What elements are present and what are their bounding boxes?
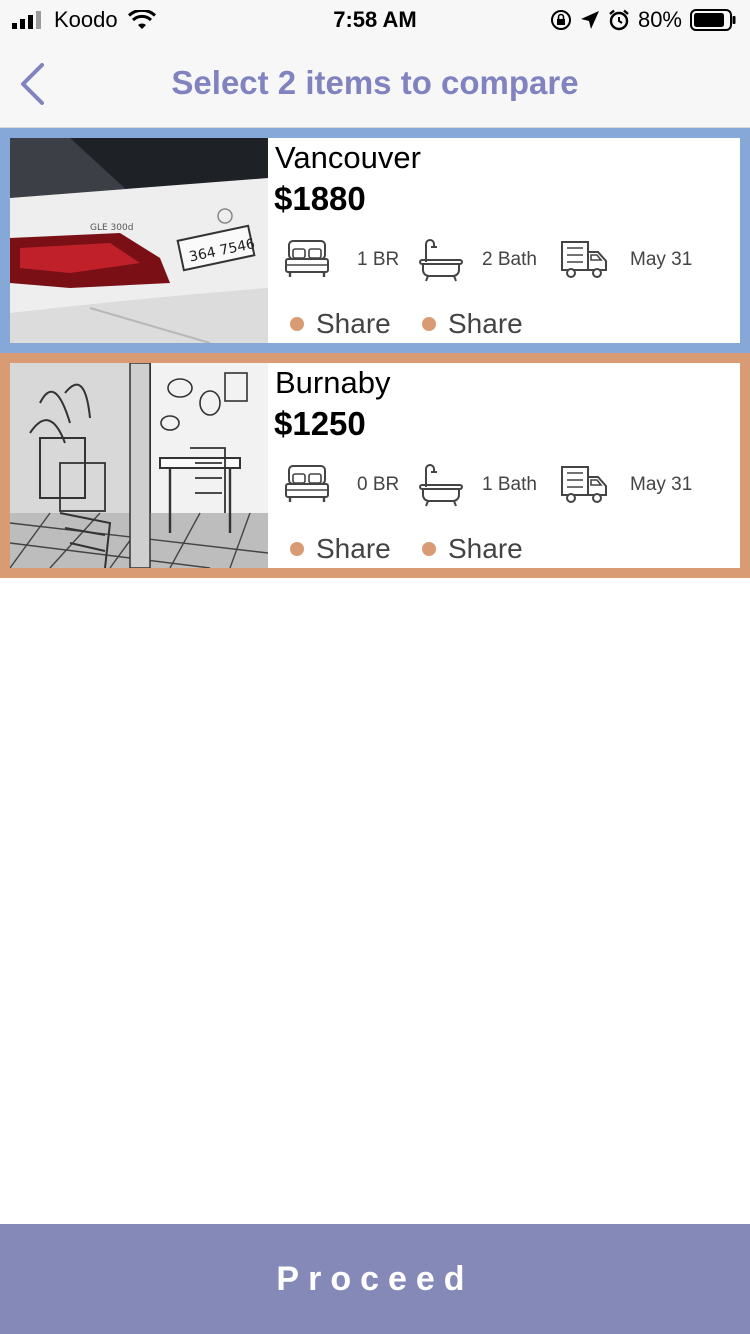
status-right: 80% <box>542 6 736 34</box>
tag-label: Share <box>448 533 523 564</box>
proceed-label: Proceed <box>276 1259 474 1298</box>
bathroom-info <box>418 463 464 507</box>
listing-price: $1250 <box>274 405 366 442</box>
listing-price: $1880 <box>274 180 366 217</box>
tag-dot-icon <box>422 542 436 556</box>
location-arrow-icon <box>580 11 599 29</box>
tag-share: Share <box>290 308 391 340</box>
listing-card-body: 364 7546 GLE 300d Vancouver $1880 1 BR 2… <box>10 138 740 343</box>
status-bar: Koodo 7:58 AM 80% <box>0 0 750 40</box>
moving-truck-icon <box>561 466 607 503</box>
listing-card-body: Burnaby $1250 0 BR 1 Bath May 31 Share S… <box>10 363 740 568</box>
moving-truck-icon <box>561 241 607 278</box>
orientation-lock-icon <box>550 10 571 30</box>
bathtub-icon <box>419 464 463 507</box>
bathroom-count: 1 Bath <box>482 474 537 495</box>
tag-share: Share <box>290 533 391 565</box>
move-in-date: May 31 <box>630 249 693 270</box>
listing-photo-room <box>10 363 268 568</box>
move-in-date: May 31 <box>630 474 693 495</box>
page-title: Select 2 items to compare <box>171 64 579 101</box>
bathtub-icon <box>419 239 463 282</box>
listing-card-2[interactable]: Burnaby $1250 0 BR 1 Bath May 31 Share S… <box>0 353 750 578</box>
bed-icon <box>285 240 329 277</box>
tag-dot-icon <box>422 317 436 331</box>
bathroom-count: 2 Bath <box>482 249 537 270</box>
listing-card-1[interactable]: 364 7546 GLE 300d Vancouver $1880 1 BR 2… <box>0 128 750 353</box>
tag-dot-icon <box>290 317 304 331</box>
tag-label: Share <box>316 533 391 564</box>
tag-label: Share <box>316 308 391 339</box>
alarm-icon <box>609 9 629 31</box>
bed-icon <box>285 465 329 502</box>
svg-text:GLE 300d: GLE 300d <box>90 223 133 233</box>
battery-percent: 80% <box>637 7 682 32</box>
proceed-button[interactable]: Proceed <box>0 1224 750 1334</box>
move-in-info <box>560 463 608 505</box>
bedroom-count: 1 BR <box>357 249 400 270</box>
tag-share: Share <box>422 533 523 565</box>
bedroom-info <box>284 238 330 280</box>
tag-dot-icon <box>290 542 304 556</box>
battery-icon <box>690 9 736 31</box>
tag-share: Share <box>422 308 523 340</box>
listing-city: Vancouver <box>275 140 421 175</box>
nav-bar: Select 2 items to compare <box>0 40 750 128</box>
move-in-info <box>560 238 608 280</box>
bedroom-count: 0 BR <box>357 474 400 495</box>
bathroom-info <box>418 238 464 282</box>
bedroom-info <box>284 463 330 505</box>
tag-label: Share <box>448 308 523 339</box>
listing-photo-car: 364 7546 GLE 300d <box>10 138 268 343</box>
listing-city: Burnaby <box>275 365 391 400</box>
